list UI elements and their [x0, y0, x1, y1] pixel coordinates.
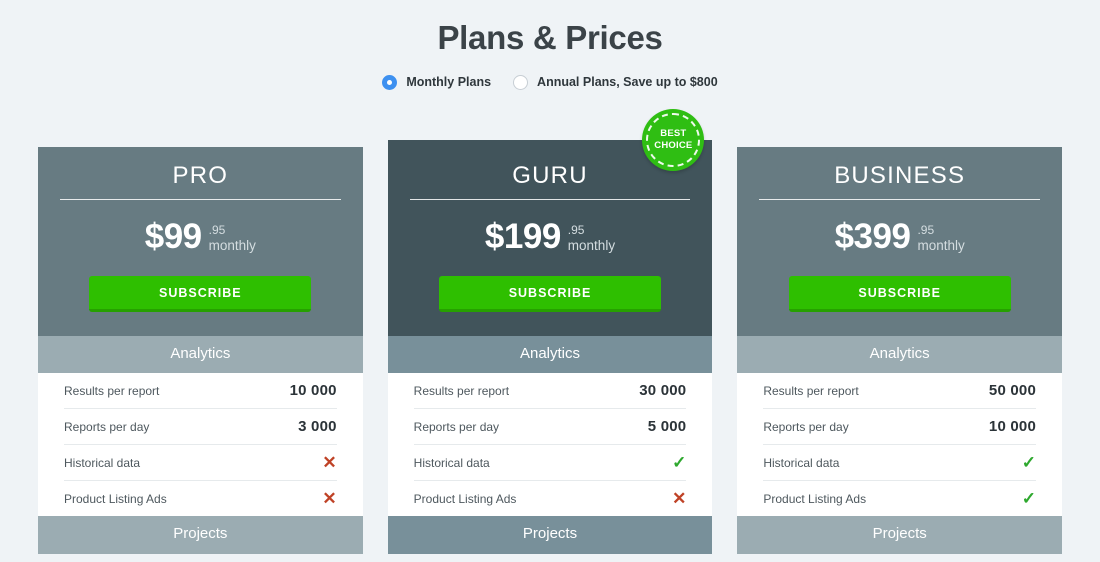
feature-label: Results per report: [763, 383, 859, 398]
plan-price-business: $399 .95 monthly: [759, 217, 1040, 257]
table-row: Reports per day 3 000: [64, 409, 337, 446]
plan-card-business: BUSINESS $399 .95 monthly SUBSCRIBE Anal…: [737, 147, 1063, 554]
plan-price-cents: .95: [567, 223, 585, 238]
table-row: Product Listing Ads ✕: [414, 481, 687, 516]
plan-price-cents: .95: [208, 223, 226, 238]
feature-label: Product Listing Ads: [763, 491, 867, 506]
pricing-cards-row: PRO $99 .95 monthly SUBSCRIBE Analytics …: [38, 109, 1063, 554]
feature-label: Product Listing Ads: [64, 491, 167, 506]
subscribe-button-business[interactable]: SUBSCRIBE: [788, 275, 1011, 312]
plan-price-period: monthly: [208, 237, 256, 253]
section-band-projects-business: Projects: [737, 516, 1063, 554]
radio-option-monthly-label: Monthly Plans: [406, 75, 492, 90]
table-row: Product Listing Ads ✓: [763, 481, 1036, 516]
feature-label: Historical data: [763, 455, 840, 470]
subscribe-button-guru[interactable]: SUBSCRIBE: [439, 275, 661, 312]
plan-name-pro: PRO: [172, 162, 229, 189]
table-row: Historical data ✓: [413, 445, 687, 482]
plan-price-guru: $199 .95 monthly: [410, 217, 691, 257]
plan-card-pro: PRO $99 .95 monthly SUBSCRIBE Analytics …: [38, 147, 363, 554]
plan-price-pro: $99 .95 monthly: [60, 217, 341, 257]
plan-price-period: monthly: [567, 237, 616, 253]
feature-list-pro: Results per report 10 000 Reports per da…: [38, 373, 363, 517]
radio-option-annual[interactable]: Annual Plans, Save up to $800: [513, 74, 718, 90]
feature-label: Product Listing Ads: [413, 491, 517, 506]
cross-icon: ✕: [672, 489, 687, 509]
section-band-projects-pro: Projects: [38, 516, 363, 554]
feature-list-guru: Results per report 30 000 Reports per da…: [387, 373, 713, 517]
table-row: Historical data ✓: [763, 445, 1037, 482]
radio-option-monthly[interactable]: Monthly Plans: [382, 74, 492, 90]
page-title: Plans & Prices: [437, 19, 663, 56]
feature-label: Historical data: [413, 455, 490, 470]
table-row: Results per report 50 000: [763, 373, 1037, 410]
section-band-projects-guru: Projects: [387, 516, 713, 554]
best-choice-badge: BEST CHOICE: [642, 109, 705, 171]
table-row: Reports per day 10 000: [763, 409, 1037, 446]
plan-name-business: BUSINESS: [834, 162, 966, 189]
check-icon: ✓: [1021, 453, 1037, 473]
best-choice-badge-line2: CHOICE: [654, 140, 693, 151]
plan-price-amount: $399: [834, 217, 911, 257]
check-icon: ✓: [672, 453, 687, 473]
best-choice-badge-line1: BEST: [660, 128, 687, 140]
plan-name-guru: GURU: [512, 162, 588, 189]
feature-value: 3 000: [298, 418, 337, 436]
plan-price-amount: $99: [144, 217, 202, 257]
table-row: Results per report 10 000: [64, 373, 337, 410]
radio-option-annual-label: Annual Plans, Save up to $800: [537, 75, 718, 90]
header-divider: [759, 199, 1041, 201]
check-icon: ✓: [1021, 489, 1037, 509]
feature-value: 30 000: [639, 382, 687, 400]
table-row: Reports per day 5 000: [413, 409, 687, 446]
header-divider: [60, 199, 341, 201]
cross-icon: ✕: [322, 489, 337, 509]
feature-label: Results per report: [413, 383, 510, 398]
feature-label: Reports per day: [763, 419, 849, 434]
feature-value: 50 000: [988, 382, 1037, 400]
header-divider: [409, 199, 691, 201]
radio-annual-icon[interactable]: [513, 74, 529, 90]
radio-monthly-icon[interactable]: [382, 74, 398, 90]
billing-period-toggle: Monthly Plans Annual Plans, Save up to $…: [0, 74, 1100, 90]
plan-price-suffix: .95 monthly: [568, 220, 615, 253]
feature-value: 5 000: [647, 418, 687, 436]
section-band-analytics-guru: Analytics: [387, 335, 713, 374]
feature-label: Reports per day: [413, 419, 500, 434]
subscribe-button-pro[interactable]: SUBSCRIBE: [89, 275, 312, 312]
feature-value: 10 000: [988, 418, 1037, 436]
table-row: Results per report 30 000: [413, 373, 687, 410]
plan-price-amount: $199: [484, 217, 561, 257]
table-row: Product Listing Ads ✕: [64, 481, 337, 516]
plan-card-pro-header: PRO $99 .95 monthly SUBSCRIBE: [38, 147, 363, 336]
plan-card-guru: BEST CHOICE GURU $199 .95 monthly SUBSCR…: [387, 109, 713, 554]
table-row: Historical data ✕: [64, 445, 337, 482]
feature-label: Results per report: [64, 383, 160, 398]
plan-price-suffix: .95 monthly: [209, 220, 256, 253]
section-band-analytics-business: Analytics: [737, 335, 1063, 374]
plan-price-period: monthly: [917, 237, 965, 253]
cross-icon: ✕: [322, 453, 337, 473]
feature-label: Reports per day: [64, 419, 150, 434]
plan-price-cents: .95: [917, 223, 935, 238]
feature-value: 10 000: [289, 382, 337, 400]
feature-label: Historical data: [64, 455, 141, 470]
plan-price-suffix: .95 monthly: [917, 220, 964, 253]
section-band-analytics-pro: Analytics: [38, 335, 363, 374]
feature-list-business: Results per report 50 000 Reports per da…: [737, 373, 1063, 517]
plan-card-business-header: BUSINESS $399 .95 monthly SUBSCRIBE: [737, 147, 1063, 336]
